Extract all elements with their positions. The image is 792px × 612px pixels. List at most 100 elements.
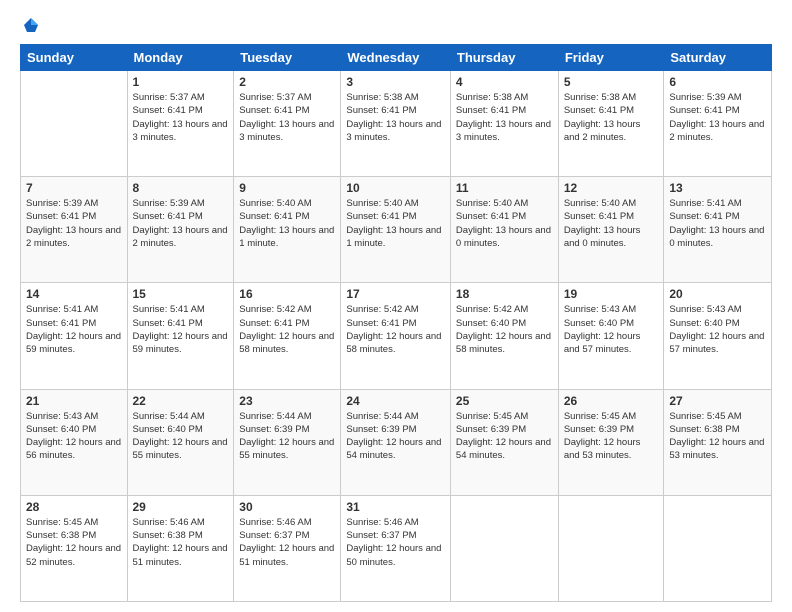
calendar-cell: 5 Sunrise: 5:38 AMSunset: 6:41 PMDaylight…	[558, 71, 664, 177]
page: SundayMondayTuesdayWednesdayThursdayFrid…	[0, 0, 792, 612]
day-info: Sunrise: 5:46 AMSunset: 6:37 PMDaylight:…	[239, 516, 335, 569]
day-number: 20	[669, 287, 766, 301]
calendar-cell: 21 Sunrise: 5:43 AMSunset: 6:40 PMDayligh…	[21, 389, 128, 495]
calendar-cell: 2 Sunrise: 5:37 AMSunset: 6:41 PMDaylight…	[234, 71, 341, 177]
day-info: Sunrise: 5:41 AMSunset: 6:41 PMDaylight:…	[133, 303, 229, 356]
day-number: 26	[564, 394, 659, 408]
calendar-cell: 10Sunrise: 5:40 AMSunset: 6:41 PMDayligh…	[341, 177, 451, 283]
header	[20, 16, 772, 34]
calendar-cell	[664, 495, 772, 601]
day-number: 25	[456, 394, 553, 408]
calendar-cell: 7Sunrise: 5:39 AMSunset: 6:41 PMDaylight…	[21, 177, 128, 283]
day-number: 22	[133, 394, 229, 408]
calendar-week-row: 14 Sunrise: 5:41 AMSunset: 6:41 PMDayligh…	[21, 283, 772, 389]
calendar-cell: 19Sunrise: 5:43 AMSunset: 6:40 PMDayligh…	[558, 283, 664, 389]
day-info: Sunrise: 5:40 AMSunset: 6:41 PMDaylight:…	[564, 197, 659, 250]
calendar-cell: 27 Sunrise: 5:45 AMSunset: 6:38 PMDayligh…	[664, 389, 772, 495]
logo-icon	[22, 16, 40, 34]
day-number: 15	[133, 287, 229, 301]
calendar-cell: 8 Sunrise: 5:39 AMSunset: 6:41 PMDaylight…	[127, 177, 234, 283]
day-info: Sunrise: 5:45 AMSunset: 6:38 PMDaylight:…	[669, 410, 766, 463]
calendar-cell: 11 Sunrise: 5:40 AMSunset: 6:41 PMDayligh…	[450, 177, 558, 283]
calendar-table: SundayMondayTuesdayWednesdayThursdayFrid…	[20, 44, 772, 602]
calendar-cell	[21, 71, 128, 177]
day-info: Sunrise: 5:43 AMSunset: 6:40 PMDaylight:…	[564, 303, 659, 356]
day-number: 13	[669, 181, 766, 195]
day-info: Sunrise: 5:40 AMSunset: 6:41 PMDaylight:…	[239, 197, 335, 250]
day-number: 4	[456, 75, 553, 89]
calendar-header-row: SundayMondayTuesdayWednesdayThursdayFrid…	[21, 45, 772, 71]
day-info: Sunrise: 5:46 AMSunset: 6:37 PMDaylight:…	[346, 516, 445, 569]
calendar-day-header: Tuesday	[234, 45, 341, 71]
calendar-cell: 30 Sunrise: 5:46 AMSunset: 6:37 PMDayligh…	[234, 495, 341, 601]
calendar-cell: 15 Sunrise: 5:41 AMSunset: 6:41 PMDayligh…	[127, 283, 234, 389]
day-info: Sunrise: 5:39 AMSunset: 6:41 PMDaylight:…	[133, 197, 229, 250]
day-number: 21	[26, 394, 122, 408]
calendar-cell: 17 Sunrise: 5:42 AMSunset: 6:41 PMDayligh…	[341, 283, 451, 389]
day-number: 27	[669, 394, 766, 408]
calendar-cell: 28 Sunrise: 5:45 AMSunset: 6:38 PMDayligh…	[21, 495, 128, 601]
calendar-week-row: 7 Sunrise: 5:39 AMSunset: 6:41 PMDaylight…	[21, 177, 772, 283]
calendar-cell: 4Sunrise: 5:38 AMSunset: 6:41 PMDaylight…	[450, 71, 558, 177]
calendar-day-header: Wednesday	[341, 45, 451, 71]
calendar-cell	[450, 495, 558, 601]
day-number: 2	[239, 75, 335, 89]
day-number: 14	[26, 287, 122, 301]
day-number: 1	[133, 75, 229, 89]
day-number: 18	[456, 287, 553, 301]
day-number: 31	[346, 500, 445, 514]
day-number: 16	[239, 287, 335, 301]
day-info: Sunrise: 5:44 AMSunset: 6:39 PMDaylight:…	[239, 410, 335, 463]
calendar-cell: 20Sunrise: 5:43 AMSunset: 6:40 PMDayligh…	[664, 283, 772, 389]
day-info: Sunrise: 5:41 AMSunset: 6:41 PMDaylight:…	[669, 197, 766, 250]
calendar-cell: 6Sunrise: 5:39 AMSunset: 6:41 PMDaylight…	[664, 71, 772, 177]
day-info: Sunrise: 5:37 AMSunset: 6:41 PMDaylight:…	[133, 91, 229, 144]
day-number: 17	[346, 287, 445, 301]
day-info: Sunrise: 5:45 AMSunset: 6:39 PMDaylight:…	[456, 410, 553, 463]
day-info: Sunrise: 5:44 AMSunset: 6:39 PMDaylight:…	[346, 410, 445, 463]
calendar-cell: 9Sunrise: 5:40 AMSunset: 6:41 PMDaylight…	[234, 177, 341, 283]
day-number: 12	[564, 181, 659, 195]
day-number: 29	[133, 500, 229, 514]
day-number: 10	[346, 181, 445, 195]
day-info: Sunrise: 5:38 AMSunset: 6:41 PMDaylight:…	[346, 91, 445, 144]
calendar-cell: 3 Sunrise: 5:38 AMSunset: 6:41 PMDaylight…	[341, 71, 451, 177]
day-number: 3	[346, 75, 445, 89]
day-info: Sunrise: 5:45 AMSunset: 6:38 PMDaylight:…	[26, 516, 122, 569]
calendar-cell: 18 Sunrise: 5:42 AMSunset: 6:40 PMDayligh…	[450, 283, 558, 389]
calendar-cell: 22 Sunrise: 5:44 AMSunset: 6:40 PMDayligh…	[127, 389, 234, 495]
day-info: Sunrise: 5:38 AMSunset: 6:41 PMDaylight:…	[564, 91, 659, 144]
day-info: Sunrise: 5:41 AMSunset: 6:41 PMDaylight:…	[26, 303, 122, 356]
day-number: 5	[564, 75, 659, 89]
day-number: 7	[26, 181, 122, 195]
day-info: Sunrise: 5:44 AMSunset: 6:40 PMDaylight:…	[133, 410, 229, 463]
calendar-cell: 23Sunrise: 5:44 AMSunset: 6:39 PMDayligh…	[234, 389, 341, 495]
day-info: Sunrise: 5:42 AMSunset: 6:40 PMDaylight:…	[456, 303, 553, 356]
day-number: 28	[26, 500, 122, 514]
day-number: 30	[239, 500, 335, 514]
day-info: Sunrise: 5:42 AMSunset: 6:41 PMDaylight:…	[346, 303, 445, 356]
calendar-cell: 24Sunrise: 5:44 AMSunset: 6:39 PMDayligh…	[341, 389, 451, 495]
calendar-week-row: 21 Sunrise: 5:43 AMSunset: 6:40 PMDayligh…	[21, 389, 772, 495]
calendar-day-header: Thursday	[450, 45, 558, 71]
day-info: Sunrise: 5:39 AMSunset: 6:41 PMDaylight:…	[669, 91, 766, 144]
day-number: 11	[456, 181, 553, 195]
calendar-day-header: Sunday	[21, 45, 128, 71]
calendar-cell: 25 Sunrise: 5:45 AMSunset: 6:39 PMDayligh…	[450, 389, 558, 495]
calendar-cell: 12 Sunrise: 5:40 AMSunset: 6:41 PMDayligh…	[558, 177, 664, 283]
calendar-cell	[558, 495, 664, 601]
day-info: Sunrise: 5:43 AMSunset: 6:40 PMDaylight:…	[26, 410, 122, 463]
day-number: 8	[133, 181, 229, 195]
day-info: Sunrise: 5:40 AMSunset: 6:41 PMDaylight:…	[456, 197, 553, 250]
day-info: Sunrise: 5:37 AMSunset: 6:41 PMDaylight:…	[239, 91, 335, 144]
calendar-week-row: 28 Sunrise: 5:45 AMSunset: 6:38 PMDayligh…	[21, 495, 772, 601]
calendar-cell: 31 Sunrise: 5:46 AMSunset: 6:37 PMDayligh…	[341, 495, 451, 601]
day-info: Sunrise: 5:42 AMSunset: 6:41 PMDaylight:…	[239, 303, 335, 356]
logo	[20, 16, 40, 34]
calendar-cell: 1 Sunrise: 5:37 AMSunset: 6:41 PMDaylight…	[127, 71, 234, 177]
day-info: Sunrise: 5:46 AMSunset: 6:38 PMDaylight:…	[133, 516, 229, 569]
calendar-day-header: Friday	[558, 45, 664, 71]
calendar-cell: 29 Sunrise: 5:46 AMSunset: 6:38 PMDayligh…	[127, 495, 234, 601]
calendar-week-row: 1 Sunrise: 5:37 AMSunset: 6:41 PMDaylight…	[21, 71, 772, 177]
calendar-cell: 13 Sunrise: 5:41 AMSunset: 6:41 PMDayligh…	[664, 177, 772, 283]
